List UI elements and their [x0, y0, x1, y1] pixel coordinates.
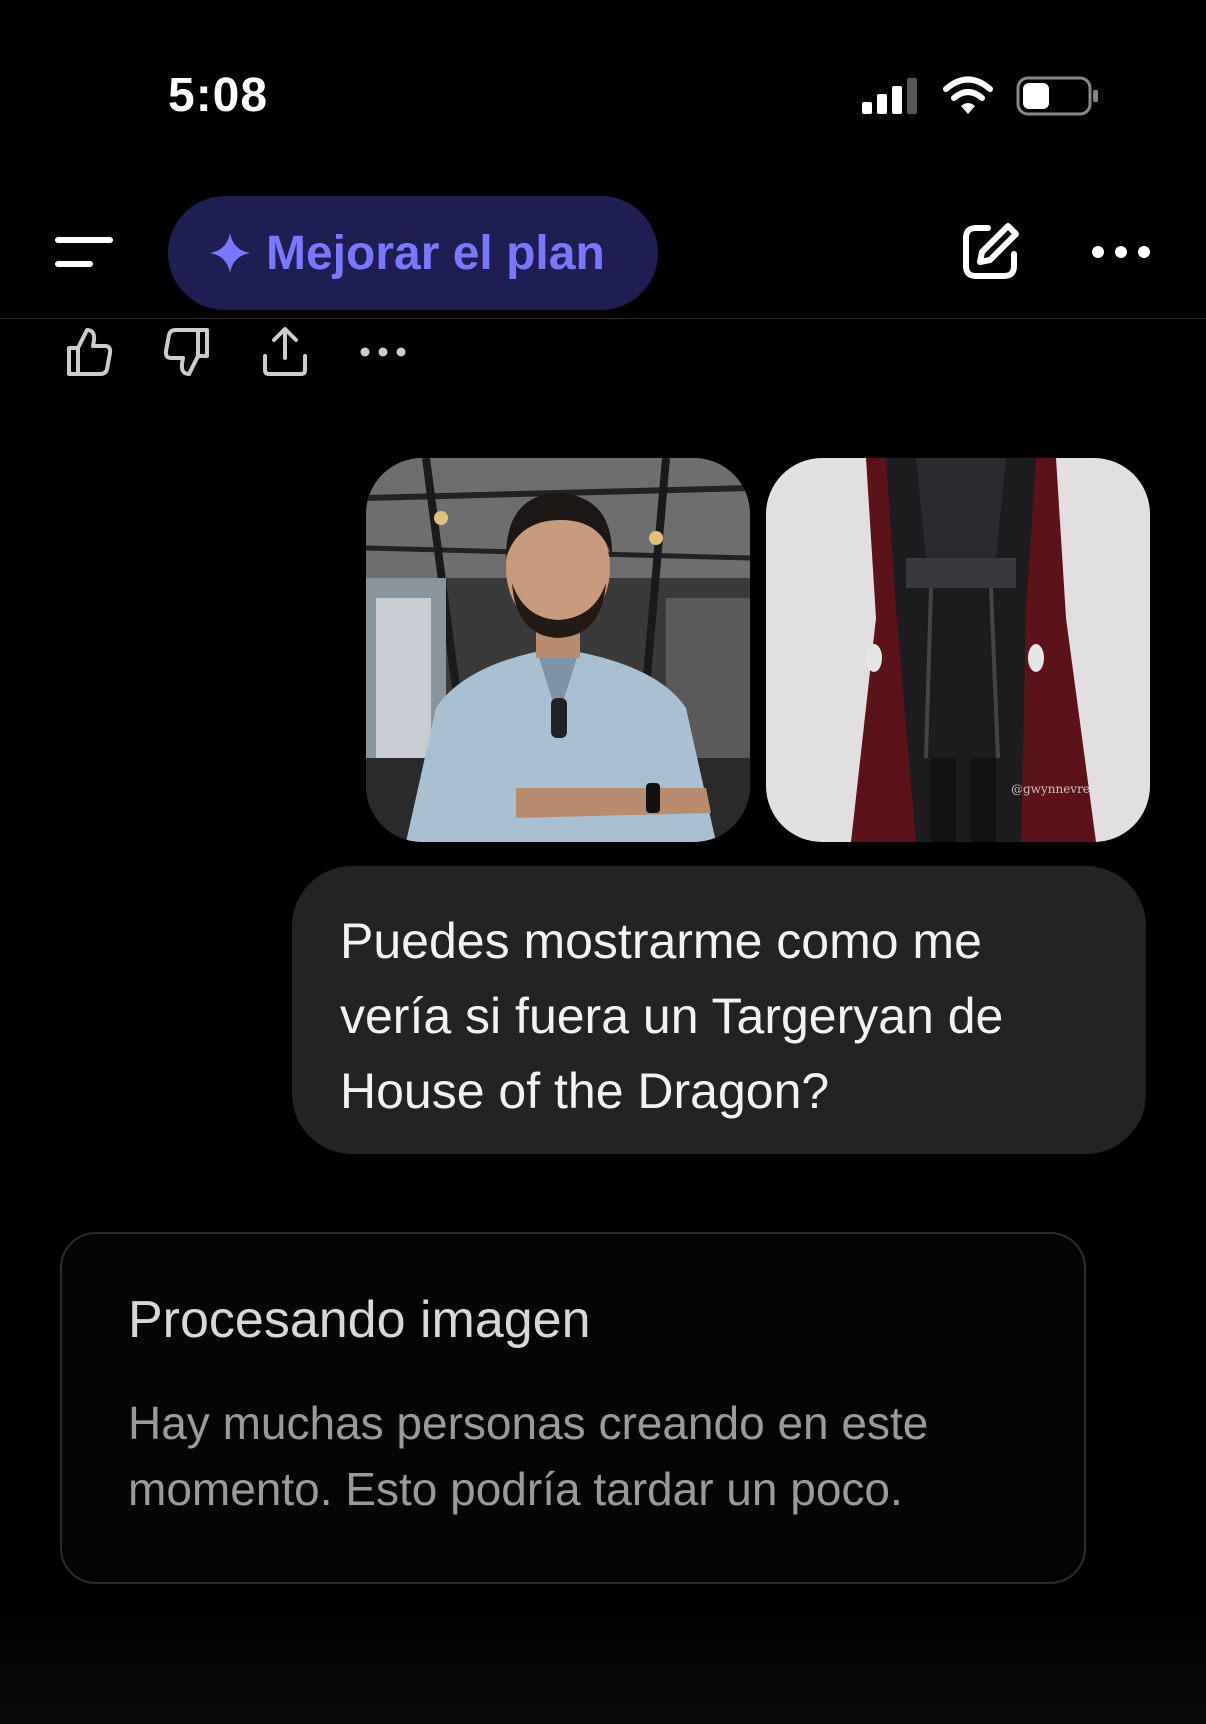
upgrade-plan-button[interactable]: Mejorar el plan	[168, 196, 658, 310]
portrait-photo	[366, 458, 750, 842]
upgrade-plan-label: Mejorar el plan	[266, 226, 605, 280]
attached-photo-portrait[interactable]	[366, 458, 750, 842]
message-more-button[interactable]	[358, 324, 408, 380]
costume-photo: @gwynnevre	[766, 458, 1150, 842]
thumbs-down-icon	[163, 328, 209, 376]
cellular-signal-icon	[862, 78, 917, 114]
costume-watermark: @gwynnevre	[1011, 782, 1090, 796]
processing-message: Hay muchas personas creando en este mome…	[128, 1397, 929, 1515]
menu-icon[interactable]	[54, 232, 114, 272]
sparkle-icon	[210, 233, 250, 273]
user-message-bubble: Puedes mostrarme como me vería si fuera …	[292, 866, 1146, 1154]
status-icons	[860, 76, 1100, 116]
edit-icon[interactable]	[958, 220, 1022, 284]
thumbs-up-icon	[67, 328, 113, 376]
share-button[interactable]	[260, 324, 310, 380]
share-icon	[263, 327, 307, 376]
user-message-text: Puedes mostrarme como me vería si fuera …	[340, 913, 1004, 1119]
more-icon	[360, 347, 406, 357]
more-icon[interactable]	[1090, 230, 1152, 274]
thumbs-down-button[interactable]	[162, 324, 212, 380]
battery-icon	[1016, 76, 1098, 116]
attached-photo-costume[interactable]: @gwynnevre	[766, 458, 1150, 842]
thumbs-up-button[interactable]	[64, 324, 114, 380]
bottom-fade	[0, 1600, 1206, 1724]
image-processing-card: Procesando imagen Hay muchas personas cr…	[60, 1232, 1086, 1584]
chat-header: Mejorar el plan	[0, 190, 1206, 319]
message-actions	[64, 324, 408, 380]
status-time: 5:08	[168, 69, 269, 122]
processing-title: Procesando imagen	[128, 1291, 591, 1349]
wifi-icon	[943, 76, 993, 114]
